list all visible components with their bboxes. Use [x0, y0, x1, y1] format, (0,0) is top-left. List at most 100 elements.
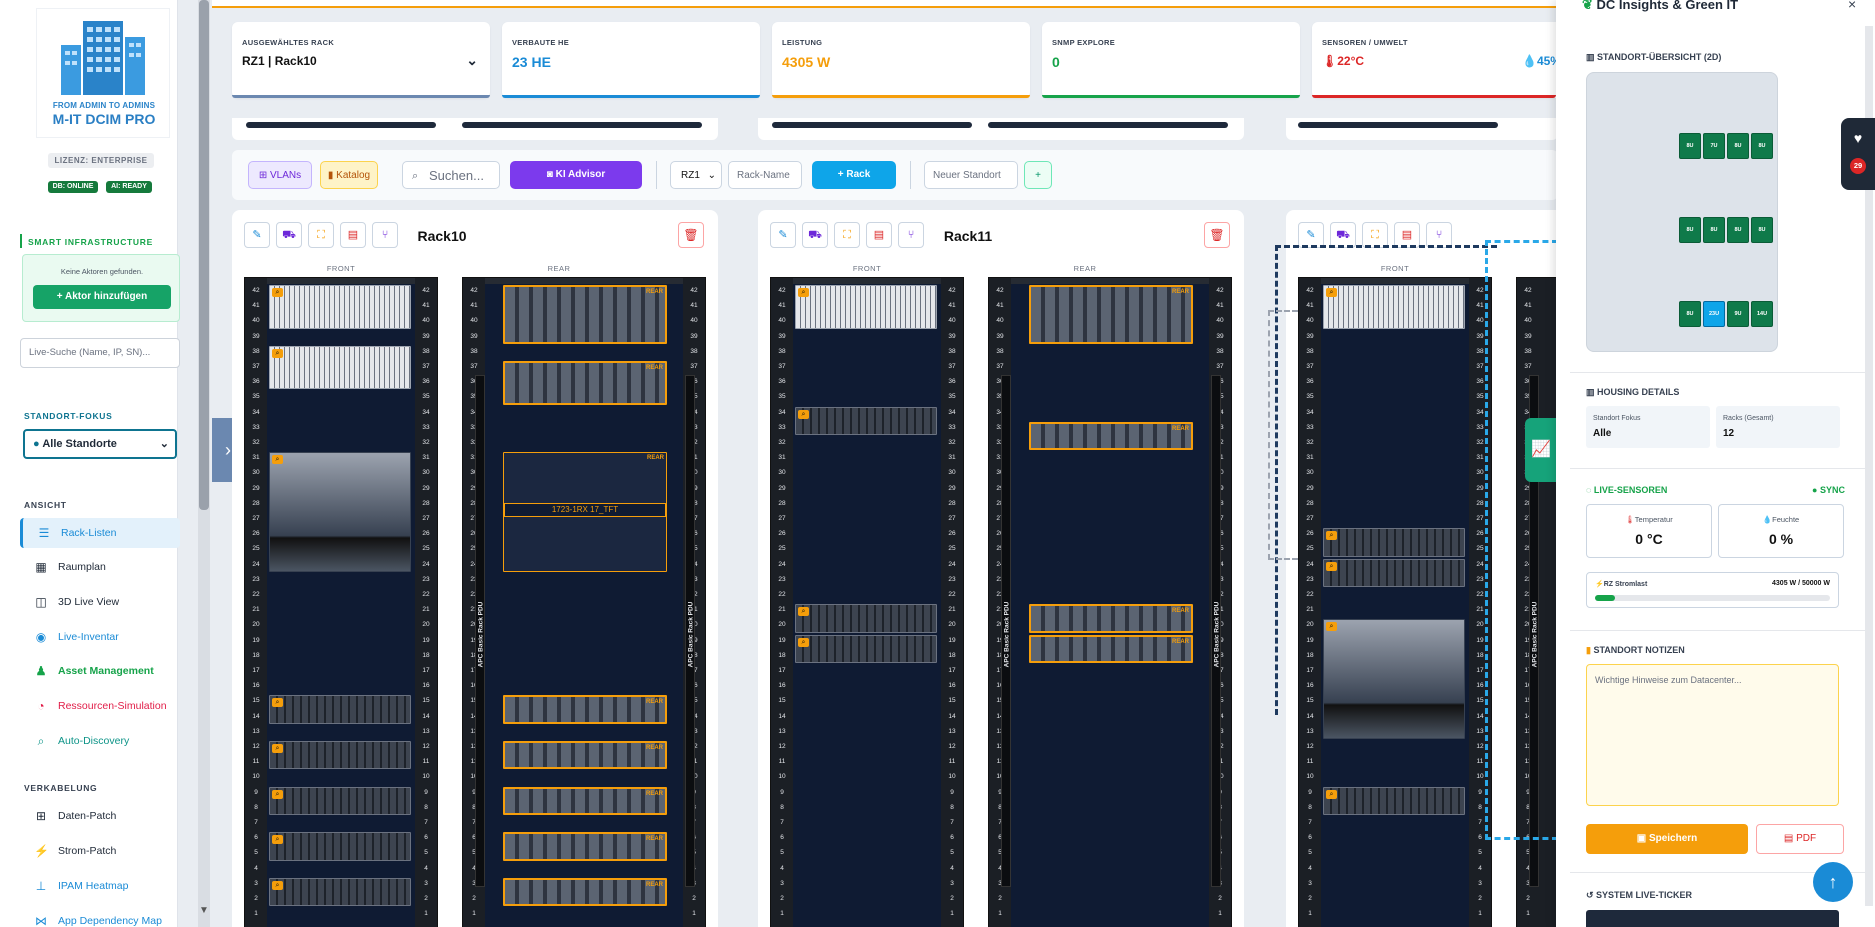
room-map-rack-tile[interactable]: 8U [1727, 217, 1749, 243]
rack-device[interactable]: REAR [503, 877, 667, 907]
rack-device[interactable]: REAR [503, 832, 667, 861]
live-search-input[interactable]: Live-Suche (Name, IP, SN)... [20, 338, 180, 368]
rack-name-input[interactable]: Rack-Name [728, 161, 802, 189]
search-icon[interactable]: ⌕ [272, 880, 283, 890]
rack-device[interactable]: REAR [503, 695, 667, 724]
expand-icon[interactable]: ⛶ [834, 222, 860, 248]
truck-icon[interactable]: ⛟ [802, 222, 828, 248]
rack-rear-view[interactable]: 4242414140403939383837373636353534343333… [988, 277, 1232, 927]
edit-icon[interactable]: ✎ [244, 222, 270, 248]
rack-device[interactable]: REAR [503, 285, 667, 344]
search-icon[interactable]: ⌕ [272, 698, 283, 708]
scroll-top-button[interactable]: ↑ [1813, 862, 1853, 902]
rack-device[interactable]: ⌕ [269, 452, 411, 572]
nav-app-dependency-map[interactable]: ⋈ App Dependency Map [20, 906, 180, 927]
room-map-rack-tile[interactable]: 9U [1727, 301, 1749, 327]
rack-device[interactable]: REAR 1723-1RX 17_TFT [503, 452, 667, 572]
delete-rack-button[interactable]: 🗑 [678, 222, 704, 248]
search-icon[interactable]: ⌕ [272, 789, 283, 799]
rack-front-view[interactable]: 42 42 41 41 40 40 39 39 38 38 37 37 36 36 35 35 34 34 33 33… [244, 277, 438, 927]
search-icon[interactable]: ⌕ [1326, 789, 1337, 799]
nav-room-plan[interactable]: ▦ Raumplan [20, 552, 180, 582]
health-monitor-button[interactable]: ♥ 29 [1841, 118, 1875, 190]
room-map-rack-tile[interactable]: 8U [1679, 301, 1701, 327]
room-map-rack-tile[interactable]: 8U [1679, 217, 1701, 243]
export-pdf-button[interactable]: ▤ PDF [1756, 824, 1844, 854]
notes-textarea[interactable]: Wichtige Hinweise zum Datacenter... [1586, 664, 1839, 806]
rack-front-view[interactable]: 42 42 41 41 40 40 39 39 38 38 37 37 36 36 35 35 34 34 33 33… [770, 277, 964, 927]
add-actor-button[interactable]: + Aktor hinzufügen [33, 285, 171, 309]
rack-search-input[interactable]: ⌕ Suchen... [402, 161, 500, 189]
room-map-rack-tile[interactable]: 8U [1751, 133, 1773, 159]
ki-advisor-button[interactable]: ◙ KI Advisor [510, 161, 642, 189]
add-location-button[interactable]: + [1024, 161, 1052, 189]
nav-power-patch[interactable]: ⚡ Strom-Patch [20, 836, 180, 866]
delete-rack-button[interactable]: 🗑 [1204, 222, 1230, 248]
search-icon[interactable]: ⌕ [798, 288, 809, 297]
rack-device[interactable]: ⌕ [269, 695, 411, 724]
rack-device[interactable]: ⌕ [269, 285, 411, 329]
rack-device[interactable]: REAR [1029, 634, 1193, 663]
close-icon[interactable]: × [1848, 0, 1856, 12]
rack-device[interactable]: REAR [1029, 285, 1193, 344]
search-icon[interactable]: ⌕ [798, 607, 809, 617]
room-map-rack-tile[interactable]: 23U [1703, 301, 1725, 327]
nav-ipam-heatmap[interactable]: ⊥ IPAM Heatmap [20, 871, 180, 901]
pdf-icon[interactable]: ▤ [866, 222, 892, 248]
rack-device[interactable]: ⌕ [795, 285, 937, 329]
search-icon[interactable]: ⌕ [798, 637, 809, 647]
rear-tag: REAR [645, 790, 663, 797]
catalog-button[interactable]: ▮ Katalog [320, 161, 378, 189]
search-icon[interactable]: ⌕ [272, 835, 283, 845]
rack-device[interactable]: ⌕ [269, 741, 411, 770]
room-map-rack-tile[interactable]: 8U [1679, 133, 1701, 159]
search-icon[interactable]: ⌕ [272, 348, 283, 358]
nav-3d-live-view[interactable]: ◫ 3D Live View [20, 587, 180, 617]
rack-rear-view[interactable]: 4242414140403939383837373636353534343333… [462, 277, 706, 927]
scroll-down-arrow-icon[interactable]: ▼ [199, 905, 209, 919]
rack-device[interactable]: REAR [503, 361, 667, 405]
rack-device[interactable]: ⌕ [795, 634, 937, 663]
nav-live-inventory[interactable]: ◉ Live-Inventar [20, 622, 180, 652]
rz-select[interactable]: RZ1 ⌄ [670, 161, 722, 189]
room-map-2d[interactable]: 8U 7U 8U 8U 8U 8U 8U 8U 8U 23U 9U 14U [1586, 72, 1778, 352]
rack-device[interactable]: REAR [1029, 604, 1193, 633]
search-icon[interactable]: ⌕ [272, 288, 283, 297]
rack-device[interactable]: ⌕ [269, 345, 411, 390]
add-rack-button[interactable]: + Rack [812, 161, 896, 189]
nav-rack-lists[interactable]: ☰ Rack-Listen [20, 518, 180, 548]
room-map-rack-tile[interactable]: 14U [1751, 301, 1773, 327]
expand-icon[interactable]: ⛶ [308, 222, 334, 248]
nav-auto-discovery[interactable]: ⌕ Auto-Discovery [20, 726, 180, 756]
rack-device[interactable]: ⌕ [795, 406, 937, 435]
rack-device[interactable]: REAR [503, 786, 667, 815]
room-map-rack-tile[interactable]: 8U [1751, 217, 1773, 243]
nav-data-patch[interactable]: ⊞ Daten-Patch [20, 801, 180, 831]
rack-device[interactable]: REAR [1029, 421, 1193, 451]
save-notes-button[interactable]: ▣ Speichern [1586, 824, 1748, 854]
nav-resource-simulation[interactable]: ◔ Ressourcen-Simulation [20, 691, 180, 721]
stat-selected-rack[interactable]: AUSGEWÄHLTES RACK RZ1 | Rack10 ⌄ [232, 22, 490, 98]
network-icon: ⊞ [35, 809, 47, 823]
search-icon[interactable]: ⌕ [798, 409, 809, 419]
edit-icon[interactable]: ✎ [770, 222, 796, 248]
rack-device[interactable]: ⌕ [269, 877, 411, 907]
rack-device[interactable]: ⌕ [1323, 786, 1465, 815]
rack-device[interactable]: ⌕ [269, 786, 411, 815]
rack-device[interactable]: REAR [503, 741, 667, 770]
rack-device[interactable]: ⌕ [269, 832, 411, 861]
rack-device[interactable]: ⌕ [795, 604, 937, 633]
pdf-icon[interactable]: ▤ [340, 222, 366, 248]
room-map-rack-tile[interactable]: 8U [1727, 133, 1749, 159]
sidebar-scrollbar-thumb[interactable] [199, 0, 209, 510]
vlans-button[interactable]: ⊞ VLANs [248, 161, 312, 189]
search-icon[interactable]: ⌕ [272, 455, 283, 465]
nav-asset-management[interactable]: ♟ Asset Management [20, 656, 180, 686]
room-map-rack-tile[interactable]: 7U [1703, 133, 1725, 159]
new-location-input[interactable]: Neuer Standort [924, 161, 1018, 189]
truck-icon[interactable]: ⛟ [276, 222, 302, 248]
room-map-rack-tile[interactable]: 8U [1703, 217, 1725, 243]
search-icon[interactable]: ⌕ [272, 744, 283, 753]
location-focus-select[interactable]: ● Alle Standorte ⌄ [23, 429, 177, 459]
green-insights-toggle[interactable]: 📈 [1525, 418, 1557, 482]
